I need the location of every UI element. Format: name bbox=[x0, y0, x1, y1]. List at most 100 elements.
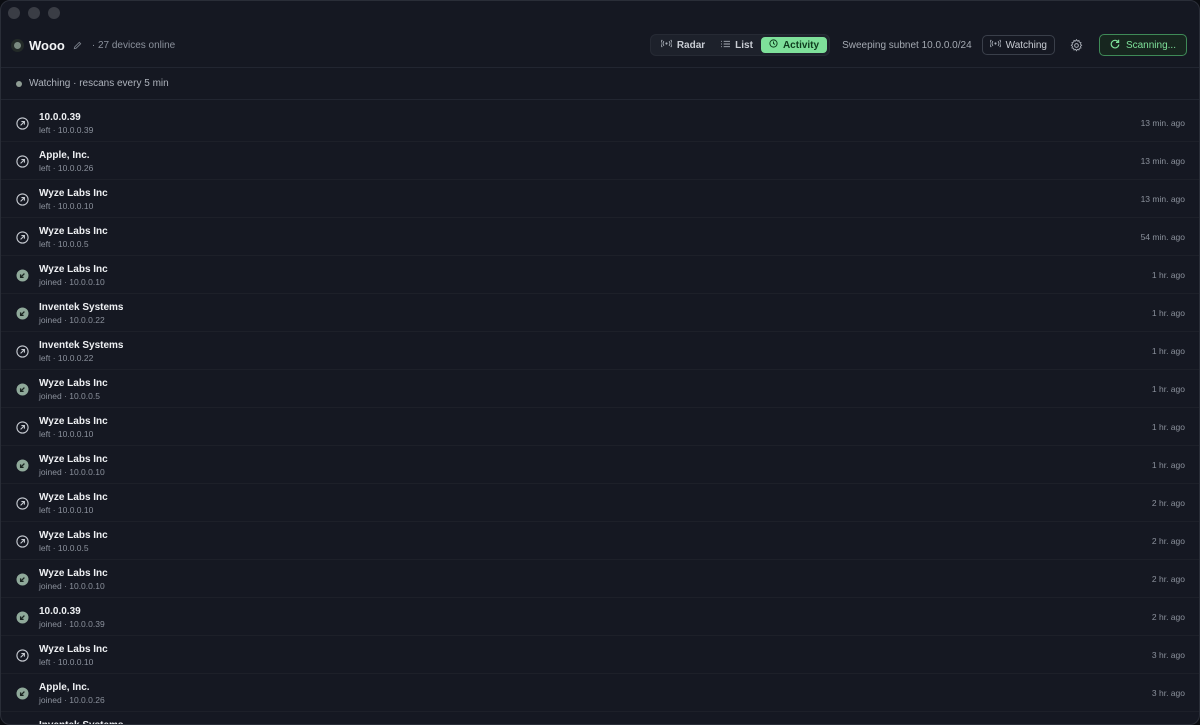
arrow-down-left-circle-icon bbox=[16, 611, 29, 624]
watch-status-dot bbox=[16, 80, 22, 87]
device-name: Inventek Systems bbox=[39, 720, 124, 724]
device-name: Wyze Labs Inc bbox=[39, 644, 108, 655]
pencil-icon[interactable] bbox=[73, 41, 82, 50]
device-name: Wyze Labs Inc bbox=[39, 378, 108, 389]
event-time: 3 hr. ago bbox=[1151, 650, 1185, 660]
event-time: 13 min. ago bbox=[1140, 118, 1185, 128]
activity-row[interactable]: Apple, Inc. left · 10.0.0.26 13 min. ago bbox=[1, 143, 1199, 180]
device-name: Wyze Labs Inc bbox=[39, 492, 108, 503]
activity-row[interactable]: Wyze Labs Inc left · 10.0.0.5 2 hr. ago bbox=[1, 523, 1199, 560]
event-time: 1 hr. ago bbox=[1151, 384, 1185, 394]
tab-radar-label: Radar bbox=[676, 39, 706, 51]
app-window: Wooo · 27 devices online Radar List Acti… bbox=[0, 0, 1200, 725]
watch-status-text: Watching · rescans every 5 min bbox=[29, 78, 169, 89]
watch-status-bar: Watching · rescans every 5 min bbox=[1, 68, 1199, 100]
event-detail: left · 10.0.0.22 bbox=[39, 353, 94, 363]
watching-label: Watching bbox=[1005, 39, 1047, 51]
arrow-down-left-circle-icon bbox=[16, 573, 29, 586]
event-time: 13 min. ago bbox=[1140, 194, 1185, 204]
event-detail: joined · 10.0.0.22 bbox=[39, 315, 105, 325]
event-time: 1 hr. ago bbox=[1151, 308, 1185, 318]
event-time: 2 hr. ago bbox=[1151, 498, 1185, 508]
event-time: 2 hr. ago bbox=[1151, 536, 1185, 546]
event-detail: left · 10.0.0.10 bbox=[39, 505, 94, 515]
activity-row[interactable]: Wyze Labs Inc joined · 10.0.0.10 2 hr. ago bbox=[1, 561, 1199, 598]
event-detail: left · 10.0.0.10 bbox=[39, 429, 94, 439]
arrow-up-right-circle-icon bbox=[16, 155, 29, 168]
window-controls bbox=[8, 7, 60, 19]
gear-icon[interactable] bbox=[1069, 37, 1085, 53]
activity-row[interactable]: Wyze Labs Inc left · 10.0.0.10 3 hr. ago bbox=[1, 637, 1199, 674]
device-name: Wyze Labs Inc bbox=[39, 264, 108, 275]
arrow-up-right-circle-icon bbox=[16, 231, 29, 244]
device-name: Wyze Labs Inc bbox=[39, 226, 108, 237]
activity-row[interactable]: Inventek Systems left · 10.0.0.22 1 hr. ag… bbox=[1, 333, 1199, 370]
activity-row[interactable]: Inventek Systems joined · 10.0.0.22 1 hr. … bbox=[1, 295, 1199, 332]
event-detail: joined · 10.0.0.39 bbox=[39, 619, 105, 629]
close-window-button[interactable] bbox=[8, 7, 20, 19]
event-detail: left · 10.0.0.10 bbox=[39, 657, 94, 667]
event-detail: left · 10.0.0.5 bbox=[39, 543, 89, 553]
arrow-down-left-circle-icon bbox=[16, 687, 29, 700]
activity-row[interactable]: Wyze Labs Inc joined · 10.0.0.5 1 hr. ago bbox=[1, 371, 1199, 408]
activity-row[interactable]: Wyze Labs Inc joined · 10.0.0.10 1 hr. ago bbox=[1, 447, 1199, 484]
event-detail: left · 10.0.0.10 bbox=[39, 201, 94, 211]
arrow-down-left-circle-icon bbox=[16, 383, 29, 396]
activity-row[interactable]: Inventek Systemsjoined · 10.0.0.223 hr. … bbox=[1, 713, 1199, 724]
activity-row[interactable]: 10.0.0.39 joined · 10.0.0.39 2 hr. ago bbox=[1, 599, 1199, 636]
device-name: Inventek Systems bbox=[39, 340, 124, 351]
event-detail: joined · 10.0.0.10 bbox=[39, 277, 105, 287]
device-name: 10.0.0.39 bbox=[39, 606, 81, 617]
scan-button[interactable]: Scanning... bbox=[1098, 34, 1187, 56]
tab-list-label: List bbox=[735, 39, 753, 51]
toolbar: Wooo · 27 devices online Radar List Acti… bbox=[1, 23, 1199, 68]
tab-activity-label: Activity bbox=[782, 39, 820, 51]
sweep-status-text: Sweeping subnet 10.0.0.0/24 bbox=[842, 39, 972, 51]
minimize-window-button[interactable] bbox=[28, 7, 40, 19]
activity-row[interactable]: Wyze Labs Inc left · 10.0.0.5 54 min. ago bbox=[1, 219, 1199, 256]
device-name: 10.0.0.39 bbox=[39, 112, 81, 123]
activity-row[interactable]: Wyze Labs Inc left · 10.0.0.10 1 hr. ago bbox=[1, 409, 1199, 446]
tab-activity[interactable]: Activity bbox=[760, 37, 828, 53]
event-detail: left · 10.0.0.26 bbox=[39, 163, 94, 173]
device-name: Wyze Labs Inc bbox=[39, 416, 108, 427]
tab-radar[interactable]: Radar bbox=[653, 37, 713, 53]
arrow-up-right-circle-icon bbox=[16, 649, 29, 662]
device-name: Wyze Labs Inc bbox=[39, 454, 108, 465]
device-name: Wyze Labs Inc bbox=[39, 568, 108, 579]
activity-row[interactable]: Wyze Labs Inc left · 10.0.0.10 2 hr. ago bbox=[1, 485, 1199, 522]
watching-toggle-button[interactable]: Watching bbox=[981, 35, 1055, 55]
event-time: 1 hr. ago bbox=[1151, 460, 1185, 470]
event-detail: joined · 10.0.0.5 bbox=[39, 391, 100, 401]
arrow-down-left-circle-icon bbox=[16, 459, 29, 472]
event-time: 13 min. ago bbox=[1140, 156, 1185, 166]
activity-row[interactable]: Wyze Labs Inc left · 10.0.0.10 13 min. ago bbox=[1, 181, 1199, 218]
event-detail: left · 10.0.0.39 bbox=[39, 125, 94, 135]
zoom-window-button[interactable] bbox=[48, 7, 60, 19]
device-name: Apple, Inc. bbox=[39, 682, 90, 693]
activity-row[interactable]: 10.0.0.39 left · 10.0.0.39 13 min. ago bbox=[1, 105, 1199, 142]
devices-online-count: · 27 devices online bbox=[91, 39, 176, 51]
network-status-dot bbox=[14, 41, 21, 49]
scan-label: Scanning... bbox=[1125, 39, 1176, 51]
event-time: 1 hr. ago bbox=[1151, 422, 1185, 432]
event-time: 54 min. ago bbox=[1140, 232, 1185, 242]
arrow-down-left-circle-icon bbox=[16, 269, 29, 282]
device-name: Inventek Systems bbox=[39, 302, 124, 313]
tab-list[interactable]: List bbox=[713, 37, 761, 53]
event-detail: joined · 10.0.0.26 bbox=[39, 695, 105, 705]
arrow-up-right-circle-icon bbox=[16, 345, 29, 358]
activity-row[interactable]: Wyze Labs Inc joined · 10.0.0.10 1 hr. ago bbox=[1, 257, 1199, 294]
arrow-up-right-circle-icon bbox=[16, 193, 29, 206]
clock-icon bbox=[769, 39, 778, 51]
activity-row[interactable]: Apple, Inc. joined · 10.0.0.26 3 hr. ago bbox=[1, 675, 1199, 712]
arrow-up-right-circle-icon bbox=[16, 117, 29, 130]
event-detail: joined · 10.0.0.10 bbox=[39, 467, 105, 477]
network-name: Wooo bbox=[29, 37, 65, 53]
event-time: 1 hr. ago bbox=[1151, 270, 1185, 280]
event-time: 2 hr. ago bbox=[1151, 574, 1185, 584]
list-icon bbox=[721, 40, 731, 51]
event-detail: left · 10.0.0.5 bbox=[39, 239, 89, 249]
radar-icon bbox=[660, 39, 673, 51]
arrow-up-right-circle-icon bbox=[16, 497, 29, 510]
